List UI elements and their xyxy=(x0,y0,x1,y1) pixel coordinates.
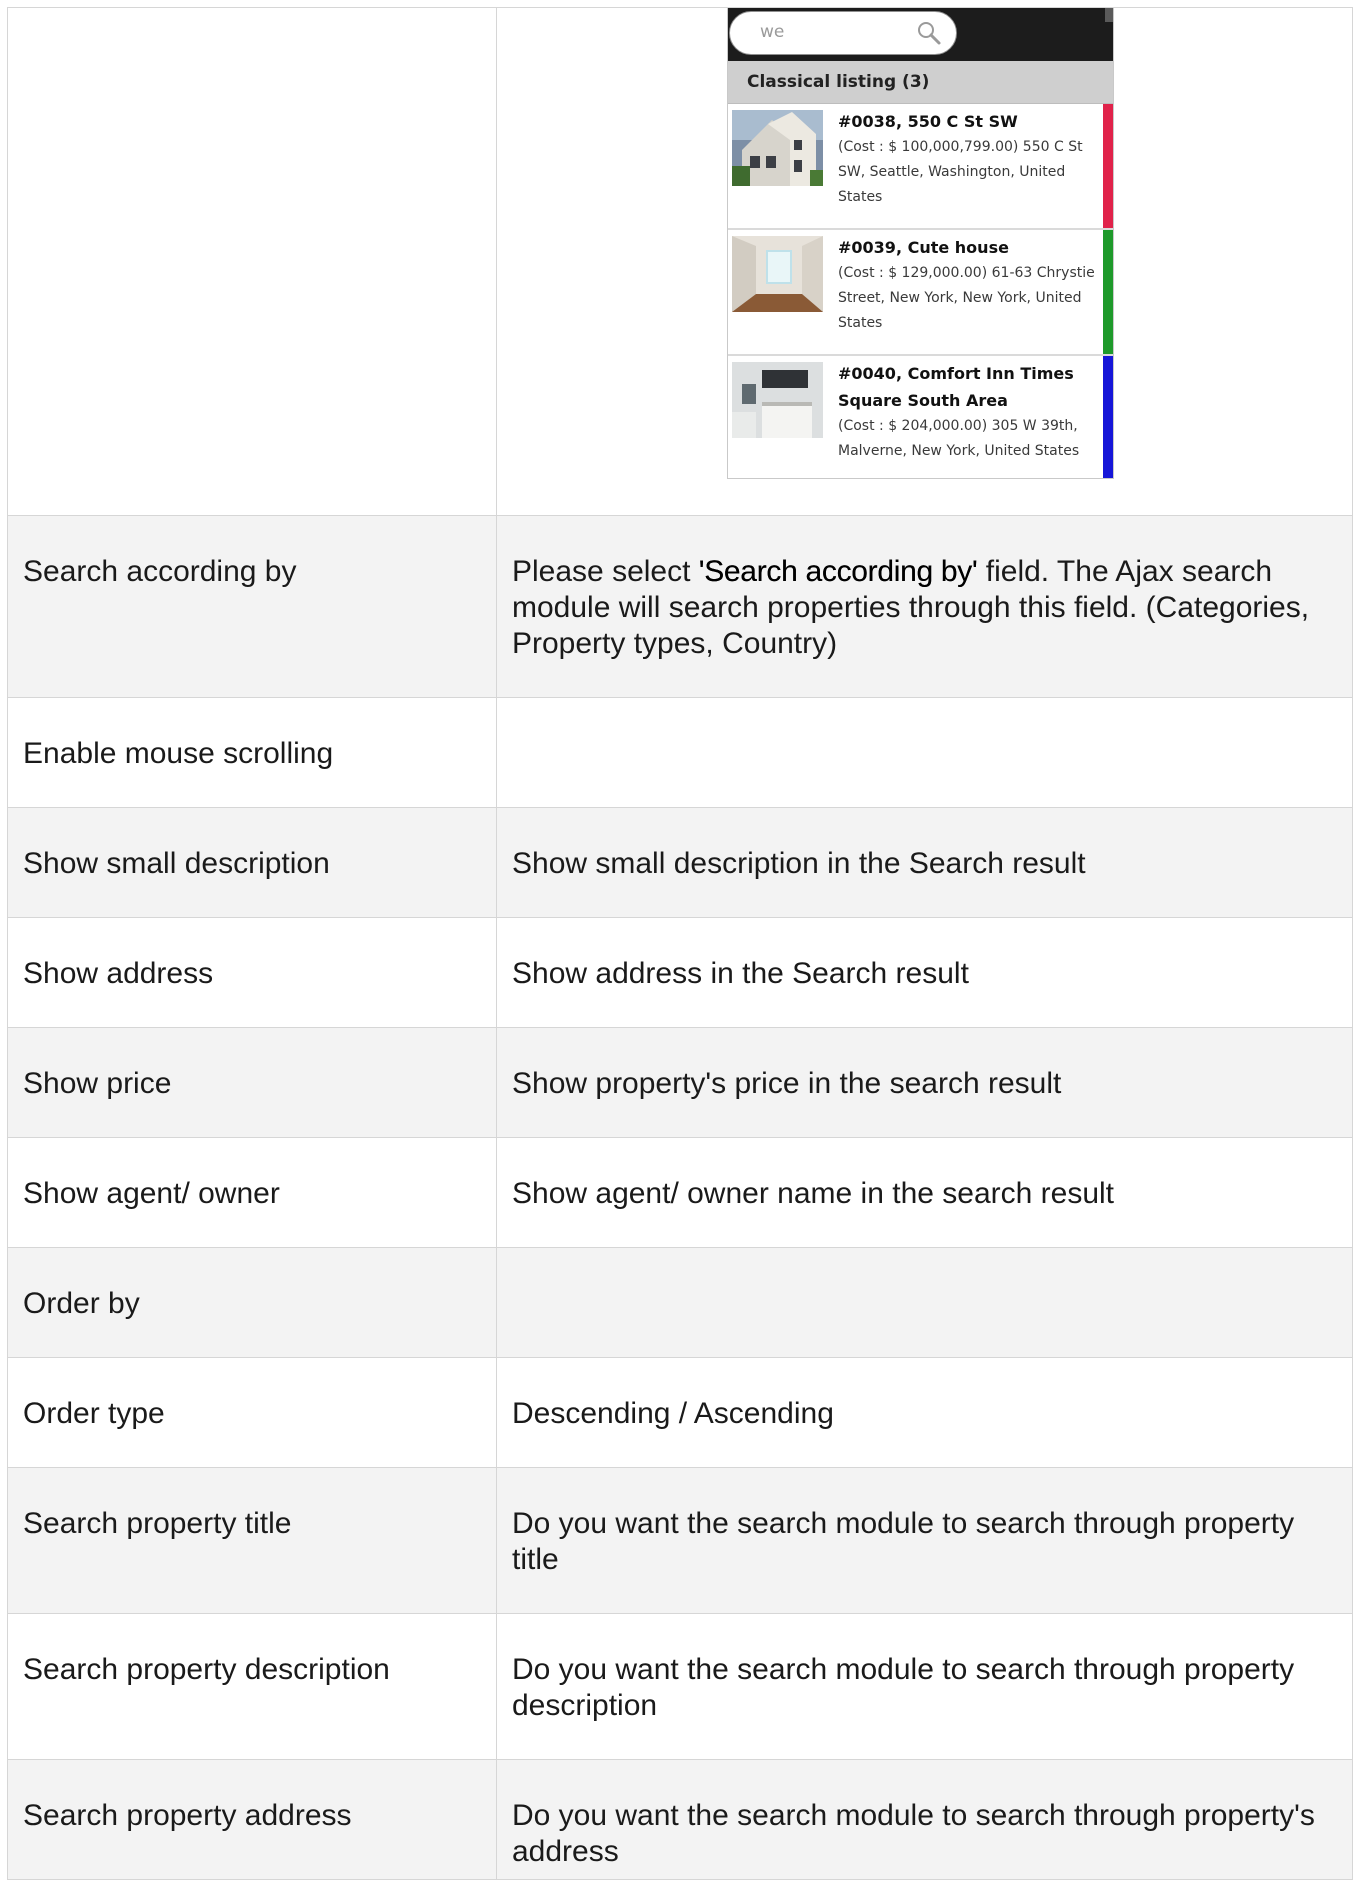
search-icon[interactable] xyxy=(916,20,942,46)
row-label-cell: Show small description xyxy=(7,807,497,918)
table-row: Search property description Do you want … xyxy=(7,1613,1353,1760)
list-item-body: (Cost : $ 129,000.00) 61-63 Chrystie Str… xyxy=(838,265,1095,331)
row-label: Show small description xyxy=(23,847,330,880)
item-accent-bar xyxy=(1103,230,1113,354)
row-label-cell: Show price xyxy=(7,1027,497,1138)
row-desc: Show address in the Search result xyxy=(512,957,969,990)
row-label-cell: Search property address xyxy=(7,1759,497,1880)
row-desc-cell: Show property's price in the search resu… xyxy=(496,1027,1353,1138)
table-row: Enable mouse scrolling xyxy=(7,697,1353,808)
table-row: Show address Show address in the Search … xyxy=(7,917,1353,1028)
row-desc-cell: Do you want the search module to search … xyxy=(496,1613,1353,1760)
row-desc: Show agent/ owner name in the search res… xyxy=(512,1177,1115,1210)
list-item-text: #0039, Cute house (Cost : $ 129,000.00) … xyxy=(838,234,1097,336)
row-label: Search property description xyxy=(23,1653,390,1686)
row-label: Enable mouse scrolling xyxy=(23,737,334,770)
row-label-cell: Search according by xyxy=(7,515,497,698)
preview-search-bar: we xyxy=(728,8,1113,61)
search-input-value: we xyxy=(760,22,785,42)
row-desc: Show property's price in the search resu… xyxy=(512,1067,1062,1100)
property-thumbnail xyxy=(732,236,823,312)
row-label: Show price xyxy=(23,1067,172,1100)
row-desc-cell: Do you want the search module to search … xyxy=(496,1467,1353,1614)
preview-label-cell xyxy=(7,7,497,516)
settings-table: Search according by Please select 'Searc… xyxy=(7,7,1353,1880)
row-desc xyxy=(512,1248,1332,1286)
list-item-body: (Cost : $ 100,000,799.00) 550 C St SW, S… xyxy=(838,139,1083,205)
row-label-cell: Search property description xyxy=(7,1613,497,1760)
row-label: Order type xyxy=(23,1397,165,1430)
row-desc-highlight: 'Search according by' xyxy=(698,555,978,588)
table-row: Search property title Do you want the se… xyxy=(7,1467,1353,1614)
row-label: Show address xyxy=(23,957,214,990)
row-desc: Please select 'Search according by' fiel… xyxy=(512,516,1332,662)
row-desc-cell xyxy=(496,1247,1353,1358)
property-thumbnail xyxy=(732,110,823,186)
row-label-cell: Show agent/ owner xyxy=(7,1137,497,1248)
row-desc-cell: Descending / Ascending xyxy=(496,1357,1353,1468)
table-row: Search according by Please select 'Searc… xyxy=(7,515,1353,698)
list-item[interactable]: #0040, Comfort Inn Times Square South Ar… xyxy=(728,356,1113,478)
table-row: Search property address Do you want the … xyxy=(7,1759,1353,1880)
table-row: Show price Show property's price in the … xyxy=(7,1027,1353,1138)
list-item-text: #0040, Comfort Inn Times Square South Ar… xyxy=(838,360,1097,464)
row-desc-cell: Do you want the search module to search … xyxy=(496,1759,1353,1880)
row-desc-cell: Please select 'Search according by' fiel… xyxy=(496,515,1353,698)
table-row: Order type Descending / Ascending xyxy=(7,1357,1353,1468)
item-accent-bar xyxy=(1103,356,1113,478)
row-label-cell: Order type xyxy=(7,1357,497,1468)
property-thumbnail xyxy=(732,362,823,438)
row-label: Search property address xyxy=(23,1799,352,1832)
row-desc-text: Please select xyxy=(512,555,699,588)
ajax-search-preview: we Classical listing (3) #0038, 550 C St… xyxy=(727,8,1114,479)
row-label-cell: Enable mouse scrolling xyxy=(7,697,497,808)
list-header: Classical listing (3) xyxy=(728,61,1113,104)
item-accent-bar xyxy=(1103,104,1113,228)
list-item-title: #0038, 550 C St SW xyxy=(838,112,1018,131)
preview-row xyxy=(7,7,1353,516)
row-desc-cell: Show agent/ owner name in the search res… xyxy=(496,1137,1353,1248)
row-label: Search property title xyxy=(23,1507,292,1540)
row-desc xyxy=(512,698,1332,736)
row-desc: Do you want the search module to search … xyxy=(512,1653,1295,1722)
table-row: Order by xyxy=(7,1247,1353,1358)
table-row: Show small description Show small descri… xyxy=(7,807,1353,918)
row-label: Order by xyxy=(23,1287,140,1320)
row-desc: Show small description in the Search res… xyxy=(512,847,1086,880)
row-desc: Do you want the search module to search … xyxy=(512,1507,1295,1576)
row-label: Show agent/ owner xyxy=(23,1177,280,1210)
list-item-text: #0038, 550 C St SW (Cost : $ 100,000,799… xyxy=(838,108,1097,210)
list-item[interactable]: #0038, 550 C St SW (Cost : $ 100,000,799… xyxy=(728,104,1113,230)
row-desc: Descending / Ascending xyxy=(512,1397,834,1430)
row-desc-cell: Show address in the Search result xyxy=(496,917,1353,1028)
row-desc: Do you want the search module to search … xyxy=(512,1799,1315,1868)
list-item-body: (Cost : $ 204,000.00) 305 W 39th, Malver… xyxy=(838,418,1080,459)
list-item-title: #0040, Comfort Inn Times Square South Ar… xyxy=(838,364,1074,410)
list-item-title: #0039, Cute house xyxy=(838,238,1009,257)
row-label-cell: Show address xyxy=(7,917,497,1028)
table-row: Show agent/ owner Show agent/ owner name… xyxy=(7,1137,1353,1248)
row-desc-cell: Show small description in the Search res… xyxy=(496,807,1353,918)
row-desc-cell xyxy=(496,697,1353,808)
row-label-cell: Search property title xyxy=(7,1467,497,1614)
row-label-cell: Order by xyxy=(7,1247,497,1358)
row-label: Search according by xyxy=(23,555,297,588)
list-item[interactable]: #0039, Cute house (Cost : $ 129,000.00) … xyxy=(728,230,1113,356)
search-input[interactable]: we xyxy=(729,11,957,55)
scrollbar-thumb[interactable] xyxy=(1105,8,1113,22)
